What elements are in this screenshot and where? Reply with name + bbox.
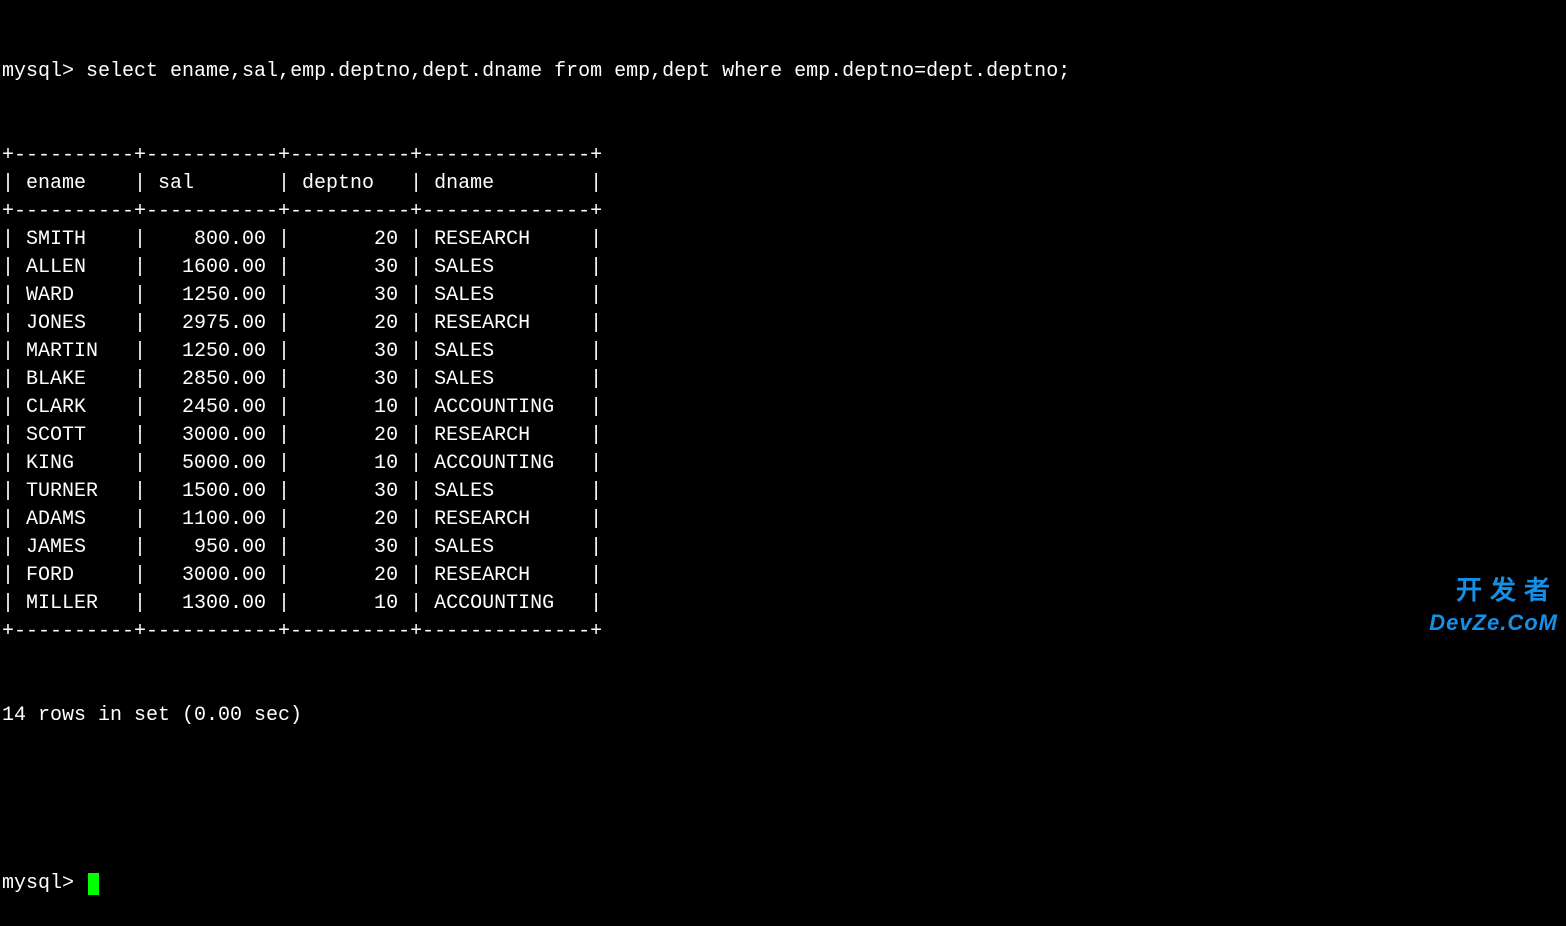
terminal-output: mysql> select ename,sal,emp.deptno,dept.…: [2, 2, 1564, 926]
table-border: +----------+-----------+----------+-----…: [2, 142, 1564, 170]
table-row: | TURNER | 1500.00 | 30 | SALES |: [2, 478, 1564, 506]
table-row: | WARD | 1250.00 | 30 | SALES |: [2, 282, 1564, 310]
table-row: | ADAMS | 1100.00 | 20 | RESEARCH |: [2, 506, 1564, 534]
table-row: | MILLER | 1300.00 | 10 | ACCOUNTING |: [2, 590, 1564, 618]
result-table: +----------+-----------+----------+-----…: [2, 142, 1564, 646]
mysql-prompt: mysql>: [2, 870, 74, 898]
table-border: +----------+-----------+----------+-----…: [2, 618, 1564, 646]
table-row: | JAMES | 950.00 | 30 | SALES |: [2, 534, 1564, 562]
table-row: | SCOTT | 3000.00 | 20 | RESEARCH |: [2, 422, 1564, 450]
table-row: | MARTIN | 1250.00 | 30 | SALES |: [2, 338, 1564, 366]
table-border: +----------+-----------+----------+-----…: [2, 198, 1564, 226]
table-row: | KING | 5000.00 | 10 | ACCOUNTING |: [2, 450, 1564, 478]
query-line: mysql> select ename,sal,emp.deptno,dept.…: [2, 58, 1564, 86]
table-row: | JONES | 2975.00 | 20 | RESEARCH |: [2, 310, 1564, 338]
mysql-prompt: mysql>: [2, 60, 74, 83]
cursor: [88, 873, 99, 895]
prompt-line[interactable]: mysql>: [2, 870, 1564, 898]
table-row: | ALLEN | 1600.00 | 30 | SALES |: [2, 254, 1564, 282]
result-footer: 14 rows in set (0.00 sec): [2, 702, 1564, 730]
sql-query: select ename,sal,emp.deptno,dept.dname f…: [86, 60, 1070, 83]
blank-line: [2, 786, 1564, 814]
table-row: | BLAKE | 2850.00 | 30 | SALES |: [2, 366, 1564, 394]
table-row: | FORD | 3000.00 | 20 | RESEARCH |: [2, 562, 1564, 590]
table-row: | SMITH | 800.00 | 20 | RESEARCH |: [2, 226, 1564, 254]
table-header-row: | ename | sal | deptno | dname |: [2, 170, 1564, 198]
table-row: | CLARK | 2450.00 | 10 | ACCOUNTING |: [2, 394, 1564, 422]
